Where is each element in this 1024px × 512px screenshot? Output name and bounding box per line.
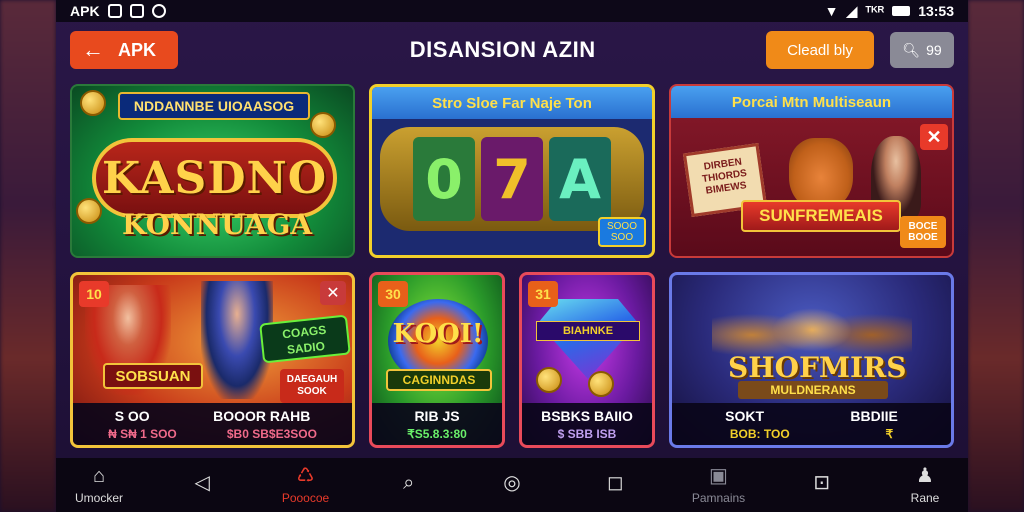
signal-icon: ◢ — [846, 2, 858, 19]
game-card-diamond[interactable]: BIAHNKE 31 BSBKS BAIIO $ SBB ISB — [519, 272, 655, 448]
search-icon: ⌕ — [403, 472, 415, 494]
arrow-left-icon: ← — [82, 37, 104, 62]
card-title: Stro Sloe Far Naje Ton — [372, 87, 652, 119]
card-brand: SOBSUAN — [103, 363, 203, 389]
nav-label: Pooocoe — [281, 491, 330, 505]
card-number: 31 — [528, 281, 558, 307]
coin-icon — [80, 90, 106, 116]
back-apk-label: APK — [118, 39, 157, 60]
chat-icon: ♺ — [296, 465, 315, 487]
back-apk-button[interactable]: ← APK — [70, 31, 178, 69]
card-badge: BOCE BOOE — [900, 216, 946, 248]
circle-icon: ◎ — [503, 472, 521, 494]
camera-icon — [129, 4, 144, 18]
nav-label: Pamnains — [691, 491, 746, 505]
nav-back[interactable]: ◁ — [167, 472, 237, 498]
info-left: S OO — [114, 407, 150, 424]
coin-icon — [76, 198, 102, 224]
search-icon: 🔍︎ — [902, 41, 921, 58]
info-left: SOKT — [725, 407, 765, 424]
page-title: DISANSION AZIN — [409, 37, 596, 62]
info-sub: $ SBB ISB — [557, 426, 617, 441]
slot-machine: 0 7 A — [380, 127, 644, 231]
check-button[interactable]: Cleadl bly — [766, 31, 874, 69]
home-icon: ⌂ — [92, 465, 106, 487]
nav-square[interactable]: ◻ — [580, 472, 650, 498]
wifi-icon: ▼ — [824, 3, 839, 19]
info-right: BBDIIE — [850, 407, 898, 424]
card-info: SOKT BBDIIE BOB: TOO ₹ — [672, 403, 951, 445]
nav-circle[interactable]: ◎ — [477, 472, 547, 498]
coin-icon — [310, 112, 336, 138]
card-banner: SUNFREMEAIS — [741, 200, 901, 232]
card-tag: NDDANNBE UIOAASOG — [118, 92, 310, 120]
clipboard-icon — [107, 4, 122, 18]
card-title: Porcai Mtn Multiseaun — [671, 86, 952, 118]
info-main: RIB JS — [414, 407, 460, 424]
card-number: 10 — [79, 281, 109, 307]
info-sub-right: ₹ — [885, 426, 894, 441]
card-info: S OO BOOOR RAHB ₦ S₦ 1 SOO $B0 SB$E3SOO — [73, 403, 352, 445]
game-card-kasdno[interactable]: NDDANNBE UIOAASOG KASDNO KONNUAGA — [70, 84, 355, 258]
slot-reel: 0 — [413, 137, 475, 221]
close-icon[interactable]: ✕ — [320, 281, 346, 305]
close-icon[interactable]: ✕ — [920, 124, 948, 150]
background-right — [968, 0, 1024, 512]
search-button[interactable]: 🔍︎ 99 — [890, 32, 954, 68]
info-sub-left: BOB: TOO — [729, 426, 790, 441]
game-logo: KASDNO — [92, 138, 337, 218]
back-icon: ◁ — [194, 472, 210, 494]
clock: 13:53 — [918, 3, 954, 19]
info-main: BSBKS BAIIO — [541, 407, 633, 424]
card-logo: KOOI! — [392, 319, 484, 349]
card-info: RIB JS ₹S5.8.3:80 — [372, 403, 502, 445]
square-icon: ◻ — [606, 472, 624, 494]
info-sub-left: ₦ S₦ 1 SOO — [108, 426, 177, 441]
nav-chat[interactable]: ♺ Pooocoe — [271, 465, 341, 505]
user-icon: ♟ — [916, 465, 934, 487]
game-logo-sub: KONNUAGA — [122, 208, 313, 241]
network-label: ᵀᴷᴿ — [865, 3, 885, 19]
card-sub-logo: MULDNERANS — [738, 381, 888, 399]
wallet-icon: ⊡ — [813, 472, 831, 494]
sync-icon — [151, 4, 166, 18]
game-card-shofmirs[interactable]: SHOFMIRS MULDNERANS SOKT BBDIIE BOB: TOO… — [669, 272, 954, 448]
background-left — [0, 0, 56, 512]
nav-label: Rane — [910, 491, 940, 505]
card-logo: COAGS SADIO — [259, 314, 351, 364]
bottom-nav: ⌂ Umocker ◁ ♺ Pooocoe ⌕ ◎ ◻ ▣ Pamnains ⊡… — [56, 458, 968, 512]
nav-profile[interactable]: ♟ Rane — [890, 465, 960, 505]
battery-icon — [892, 6, 911, 16]
card-info: BSBKS BAIIO $ SBB ISB — [522, 403, 652, 445]
nav-home[interactable]: ⌂ Umocker — [64, 465, 134, 505]
game-card-sobsuan[interactable]: COAGS SADIO SOBSUAN DAEGAUH SOOK 10 ✕ S … — [70, 272, 355, 448]
nav-wallet[interactable]: ⊡ — [787, 472, 857, 498]
nav-label: Umocker — [74, 491, 123, 505]
status-bar: APK ▼ ◢ ᵀᴷᴿ 13:53 — [56, 0, 968, 22]
slot-reel: 7 — [481, 137, 543, 221]
card-number: 30 — [378, 281, 408, 307]
game-card-multi[interactable]: Porcai Mtn Multiseaun DIRBEN THIORDS BIM… — [669, 84, 954, 258]
card-sub-logo: CAGINNDAS — [386, 369, 492, 391]
card-badge: SOOO SOO — [598, 217, 646, 247]
info-right: BOOOR RAHB — [213, 407, 311, 424]
card-logo: BIAHNKE — [536, 321, 640, 341]
info-sub-right: $B0 SB$E3SOO — [226, 426, 317, 441]
card-promo: DAEGAUH SOOK — [280, 369, 344, 403]
status-left-label: APK — [70, 3, 100, 19]
nav-search[interactable]: ⌕ — [374, 472, 444, 498]
slot-reel: A — [549, 137, 611, 221]
info-sub: ₹S5.8.3:80 — [407, 426, 467, 441]
game-card-kooi[interactable]: KOOI! CAGINNDAS 30 RIB JS ₹S5.8.3:80 — [369, 272, 505, 448]
header: ← APK DISANSION AZIN Cleadl bly 🔍︎ 99 — [70, 30, 954, 70]
card-logo: SHOFMIRS — [728, 351, 907, 384]
coin-icon — [588, 371, 614, 397]
coin-icon — [536, 367, 562, 393]
game-card-slots[interactable]: Stro Sloe Far Naje Ton 0 7 A SOOO SOO — [369, 84, 655, 258]
gift-icon: ▣ — [709, 465, 728, 487]
search-count: 99 — [926, 42, 942, 58]
nav-gift[interactable]: ▣ Pamnains — [684, 465, 754, 505]
